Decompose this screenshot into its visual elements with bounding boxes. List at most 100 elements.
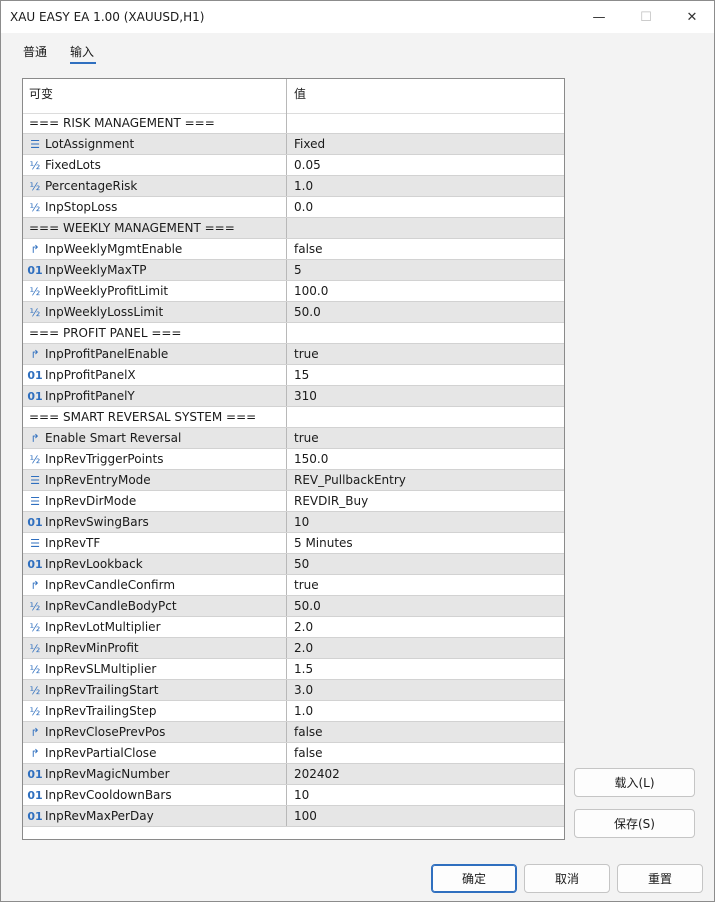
param-row[interactable]: ☰ InpRevEntryMode REV_PullbackEntry — [23, 470, 564, 491]
param-row[interactable]: ↱ InpRevCandleConfirm true — [23, 575, 564, 596]
int-icon: 01 — [27, 809, 43, 823]
maximize-button[interactable]: ☐ — [623, 1, 669, 33]
param-value[interactable]: 100.0 — [287, 281, 564, 301]
header-value[interactable]: 值 — [287, 79, 564, 113]
param-value[interactable]: 202402 — [287, 764, 564, 784]
param-value[interactable] — [287, 407, 564, 427]
section-row[interactable]: === WEEKLY MANAGEMENT === — [23, 218, 564, 239]
param-value[interactable]: 2.0 — [287, 638, 564, 658]
param-row[interactable]: 01 InpProfitPanelY 310 — [23, 386, 564, 407]
close-button[interactable]: ✕ — [669, 1, 715, 33]
param-value[interactable] — [287, 218, 564, 238]
param-row[interactable]: ½ FixedLots 0.05 — [23, 155, 564, 176]
param-value[interactable]: false — [287, 743, 564, 763]
param-row[interactable]: 01 InpRevSwingBars 10 — [23, 512, 564, 533]
param-value[interactable]: 50.0 — [287, 596, 564, 616]
param-value[interactable]: true — [287, 344, 564, 364]
param-value[interactable]: 5 — [287, 260, 564, 280]
param-value[interactable]: 10 — [287, 512, 564, 532]
param-name: InpProfitPanelY — [45, 389, 135, 403]
section-row[interactable]: === PROFIT PANEL === — [23, 323, 564, 344]
param-value[interactable]: false — [287, 239, 564, 259]
param-row[interactable]: ½ InpRevTrailingStep 1.0 — [23, 701, 564, 722]
tab-common[interactable]: 普通 — [23, 43, 47, 60]
param-value[interactable]: REV_PullbackEntry — [287, 470, 564, 490]
param-value[interactable] — [287, 113, 564, 133]
int-icon: 01 — [27, 557, 43, 571]
cancel-button[interactable]: 取消 — [524, 864, 610, 893]
param-value[interactable]: true — [287, 575, 564, 595]
param-row[interactable]: ½ InpRevTriggerPoints 150.0 — [23, 449, 564, 470]
param-value[interactable]: 100 — [287, 806, 564, 826]
param-name-cell: ↱ InpRevPartialClose — [23, 743, 287, 763]
param-value[interactable]: 1.0 — [287, 701, 564, 721]
param-value[interactable]: 150.0 — [287, 449, 564, 469]
param-row[interactable]: ½ InpRevCandleBodyPct 50.0 — [23, 596, 564, 617]
param-row[interactable]: ↱ InpRevPartialClose false — [23, 743, 564, 764]
section-row[interactable]: === SMART REVERSAL SYSTEM === — [23, 407, 564, 428]
param-row[interactable]: 01 InpRevMagicNumber 202402 — [23, 764, 564, 785]
param-row[interactable]: ½ InpRevMinProfit 2.0 — [23, 638, 564, 659]
param-row[interactable]: ☰ InpRevDirMode REVDIR_Buy — [23, 491, 564, 512]
param-row[interactable]: ½ InpWeeklyProfitLimit 100.0 — [23, 281, 564, 302]
param-row[interactable]: 01 InpRevCooldownBars 10 — [23, 785, 564, 806]
param-row[interactable]: ½ InpWeeklyLossLimit 50.0 — [23, 302, 564, 323]
param-value[interactable]: 15 — [287, 365, 564, 385]
param-value[interactable]: 5 Minutes — [287, 533, 564, 553]
reset-button[interactable]: 重置 — [617, 864, 703, 893]
param-value[interactable]: 1.0 — [287, 176, 564, 196]
param-value[interactable]: false — [287, 722, 564, 742]
param-name: InpRevCooldownBars — [45, 788, 172, 802]
param-row[interactable]: 01 InpRevMaxPerDay 100 — [23, 806, 564, 827]
param-name: InpRevSwingBars — [45, 515, 149, 529]
param-row[interactable]: ↱ Enable Smart Reversal true — [23, 428, 564, 449]
tab-inputs[interactable]: 输入 — [70, 43, 94, 60]
param-row[interactable]: ½ InpRevLotMultiplier 2.0 — [23, 617, 564, 638]
param-name: === SMART REVERSAL SYSTEM === — [29, 410, 257, 424]
param-name-cell: 01 InpProfitPanelX — [23, 365, 287, 385]
param-name: InpWeeklyProfitLimit — [45, 284, 169, 298]
section-row[interactable]: === RISK MANAGEMENT === — [23, 113, 564, 134]
ok-button[interactable]: 确定 — [431, 864, 517, 893]
enum-icon: ☰ — [30, 494, 40, 508]
param-name: InpStopLoss — [45, 200, 118, 214]
param-value[interactable]: 310 — [287, 386, 564, 406]
active-tab-indicator — [70, 62, 96, 64]
param-value[interactable]: REVDIR_Buy — [287, 491, 564, 511]
param-row[interactable]: 01 InpProfitPanelX 15 — [23, 365, 564, 386]
param-row[interactable]: ½ InpRevSLMultiplier 1.5 — [23, 659, 564, 680]
load-button[interactable]: 载入(L) — [574, 768, 695, 797]
param-value[interactable]: 0.05 — [287, 155, 564, 175]
param-value[interactable]: true — [287, 428, 564, 448]
param-name-cell: === RISK MANAGEMENT === — [23, 113, 287, 133]
param-name-cell: ☰ LotAssignment — [23, 134, 287, 154]
param-row[interactable]: ☰ LotAssignment Fixed — [23, 134, 564, 155]
param-row[interactable]: 01 InpRevLookback 50 — [23, 554, 564, 575]
param-row[interactable]: ☰ InpRevTF 5 Minutes — [23, 533, 564, 554]
param-row[interactable]: ↱ InpWeeklyMgmtEnable false — [23, 239, 564, 260]
param-value[interactable]: 50.0 — [287, 302, 564, 322]
param-value[interactable]: 10 — [287, 785, 564, 805]
param-row[interactable]: ½ InpStopLoss 0.0 — [23, 197, 564, 218]
param-row[interactable]: ↱ InpProfitPanelEnable true — [23, 344, 564, 365]
param-value[interactable]: 3.0 — [287, 680, 564, 700]
param-row[interactable]: ↱ InpRevClosePrevPos false — [23, 722, 564, 743]
param-row[interactable]: ½ InpRevTrailingStart 3.0 — [23, 680, 564, 701]
param-row[interactable]: ½ PercentageRisk 1.0 — [23, 176, 564, 197]
minimize-button[interactable]: — — [576, 1, 622, 33]
param-value[interactable]: 0.0 — [287, 197, 564, 217]
save-button[interactable]: 保存(S) — [574, 809, 695, 838]
param-value[interactable]: 1.5 — [287, 659, 564, 679]
param-value[interactable] — [287, 323, 564, 343]
param-name: InpWeeklyMaxTP — [45, 263, 147, 277]
window-title: XAU EASY EA 1.00 (XAUUSD,H1) — [10, 10, 205, 24]
param-name-cell: ½ InpRevTrailingStart — [23, 680, 287, 700]
param-value[interactable]: 2.0 — [287, 617, 564, 637]
param-value[interactable]: Fixed — [287, 134, 564, 154]
param-value[interactable]: 50 — [287, 554, 564, 574]
param-name: InpRevClosePrevPos — [45, 725, 166, 739]
param-row[interactable]: 01 InpWeeklyMaxTP 5 — [23, 260, 564, 281]
header-variable[interactable]: 可变 — [23, 79, 287, 113]
bool-icon: ↱ — [30, 347, 40, 361]
param-name: InpRevEntryMode — [45, 473, 151, 487]
